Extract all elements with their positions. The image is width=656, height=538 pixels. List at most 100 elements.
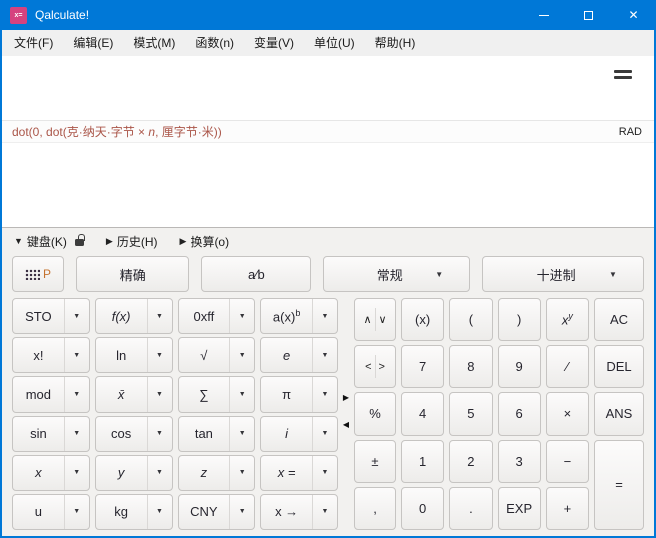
key-hexadecimal[interactable]: 0xff▼: [178, 298, 256, 334]
menu-u[interactable]: 单位(U): [304, 30, 365, 56]
key-comma[interactable]: ,: [354, 487, 396, 530]
key-exponent[interactable]: EXP: [498, 487, 541, 530]
key-var-z[interactable]: z▼: [178, 455, 256, 491]
dropdown-arrow-icon[interactable]: ▼: [64, 377, 89, 411]
key-plus[interactable]: +: [546, 487, 589, 530]
key-delete[interactable]: DEL: [594, 345, 644, 388]
key-digit-5[interactable]: 5: [449, 392, 492, 435]
splitter-left-arrow-icon[interactable]: ◀: [343, 420, 349, 429]
programming-keypad-button[interactable]: P: [12, 256, 64, 292]
dropdown-arrow-icon[interactable]: ▼: [229, 495, 254, 529]
dropdown-arrow-icon[interactable]: ▼: [312, 338, 337, 372]
key-tangent[interactable]: tan▼: [178, 416, 256, 452]
key-digit-2[interactable]: 2: [449, 440, 492, 483]
key-open-paren[interactable]: (: [449, 298, 492, 341]
key-factorial[interactable]: x!▼: [12, 337, 90, 373]
key-power-base[interactable]: a(x)b▼: [260, 298, 338, 334]
exact-mode-button[interactable]: 精确: [76, 256, 189, 292]
dropdown-arrow-icon[interactable]: ▼: [64, 456, 89, 490]
key-var-y[interactable]: y▼: [95, 455, 173, 491]
key-decimal-point[interactable]: .: [449, 487, 492, 530]
dropdown-arrow-icon[interactable]: ▼: [64, 495, 89, 529]
key-unit-kg[interactable]: kg▼: [95, 494, 173, 530]
key-answer[interactable]: ANS: [594, 392, 644, 435]
key-digit-9[interactable]: 9: [498, 345, 541, 388]
tab-history[interactable]: ▶ 历史(H): [106, 233, 158, 250]
key-digit-8[interactable]: 8: [449, 345, 492, 388]
dropdown-arrow-icon[interactable]: ▼: [147, 299, 172, 333]
dropdown-arrow-icon[interactable]: ▼: [64, 417, 89, 451]
unlock-icon[interactable]: [75, 239, 84, 246]
key-cosine[interactable]: cos▼: [95, 416, 173, 452]
menu-v[interactable]: 变量(V): [244, 30, 304, 56]
key-convert-to[interactable]: x →▼: [260, 494, 338, 530]
dropdown-arrow-icon[interactable]: ▼: [312, 456, 337, 490]
key-power[interactable]: xy: [546, 298, 589, 341]
key-currency-cny[interactable]: CNY▼: [178, 494, 256, 530]
key-close-paren[interactable]: ): [498, 298, 541, 341]
dropdown-arrow-icon[interactable]: ▼: [229, 299, 254, 333]
key-digit-0[interactable]: 0: [401, 487, 444, 530]
close-button[interactable]: ✕: [611, 0, 656, 30]
key-natural-log[interactable]: ln▼: [95, 337, 173, 373]
menu-f[interactable]: 文件(F): [4, 30, 63, 56]
key-digit-4[interactable]: 4: [401, 392, 444, 435]
angle-mode-indicator[interactable]: RAD: [619, 126, 654, 138]
fraction-mode-button[interactable]: a∕b: [201, 256, 311, 292]
key-equals[interactable]: =: [594, 440, 644, 530]
key-function[interactable]: f(x)▼: [95, 298, 173, 334]
key-minus[interactable]: −: [546, 440, 589, 483]
dropdown-arrow-icon[interactable]: ▼: [147, 456, 172, 490]
key-smart-parens[interactable]: (x): [401, 298, 444, 341]
dropdown-arrow-icon[interactable]: ▼: [312, 377, 337, 411]
dropdown-arrow-icon[interactable]: ▼: [147, 417, 172, 451]
minimize-button[interactable]: [521, 0, 566, 30]
pane-splitter[interactable]: ▶ ◀: [342, 292, 350, 530]
key-digit-6[interactable]: 6: [498, 392, 541, 435]
tab-convert[interactable]: ▶ 换算(o): [180, 233, 230, 250]
dropdown-arrow-icon[interactable]: ▼: [312, 299, 337, 333]
key-left-right[interactable]: <>: [354, 345, 396, 388]
key-divide[interactable]: ∕: [546, 345, 589, 388]
key-digit-1[interactable]: 1: [401, 440, 444, 483]
dropdown-arrow-icon[interactable]: ▼: [64, 299, 89, 333]
key-euler-e[interactable]: e▼: [260, 337, 338, 373]
dropdown-arrow-icon[interactable]: ▼: [229, 338, 254, 372]
display-mode-dropdown[interactable]: 常规 ▼: [323, 256, 470, 292]
menu-m[interactable]: 模式(M): [123, 30, 185, 56]
menu-n[interactable]: 函数(n): [185, 30, 244, 56]
key-percent[interactable]: %: [354, 392, 396, 435]
splitter-right-arrow-icon[interactable]: ▶: [343, 393, 349, 402]
key-sum[interactable]: ∑▼: [178, 376, 256, 412]
dropdown-arrow-icon[interactable]: ▼: [147, 338, 172, 372]
key-modulo[interactable]: mod▼: [12, 376, 90, 412]
dropdown-arrow-icon[interactable]: ▼: [229, 456, 254, 490]
key-up-down[interactable]: ∧∨: [354, 298, 396, 341]
dropdown-arrow-icon[interactable]: ▼: [312, 495, 337, 529]
key-sine[interactable]: sin▼: [12, 416, 90, 452]
dropdown-arrow-icon[interactable]: ▼: [64, 338, 89, 372]
key-all-clear[interactable]: AC: [594, 298, 644, 341]
key-unit-u[interactable]: u▼: [12, 494, 90, 530]
key-square-root[interactable]: √▼: [178, 337, 256, 373]
key-mean[interactable]: x̄▼: [95, 376, 173, 412]
dropdown-arrow-icon[interactable]: ▼: [147, 377, 172, 411]
display-area[interactable]: dot(0, dot(克·纳天·字节 × n, 厘字节·米)) RAD: [2, 56, 654, 227]
menu-e[interactable]: 编辑(E): [63, 30, 123, 56]
menu-h[interactable]: 帮助(H): [365, 30, 426, 56]
tab-keyboard[interactable]: ▼ 键盘(K): [14, 233, 84, 250]
maximize-button[interactable]: [566, 0, 611, 30]
title-bar[interactable]: x= Qalculate! ✕: [0, 0, 656, 30]
key-plus-minus[interactable]: ±: [354, 440, 396, 483]
key-x-equals[interactable]: x =▼: [260, 455, 338, 491]
dropdown-arrow-icon[interactable]: ▼: [229, 377, 254, 411]
number-base-dropdown[interactable]: 十进制 ▼: [482, 256, 644, 292]
key-digit-7[interactable]: 7: [401, 345, 444, 388]
key-digit-3[interactable]: 3: [498, 440, 541, 483]
key-imaginary-i[interactable]: i▼: [260, 416, 338, 452]
menu-equals-icon[interactable]: [614, 67, 632, 82]
dropdown-arrow-icon[interactable]: ▼: [147, 495, 172, 529]
key-pi[interactable]: π▼: [260, 376, 338, 412]
dropdown-arrow-icon[interactable]: ▼: [229, 417, 254, 451]
key-store[interactable]: STO▼: [12, 298, 90, 334]
